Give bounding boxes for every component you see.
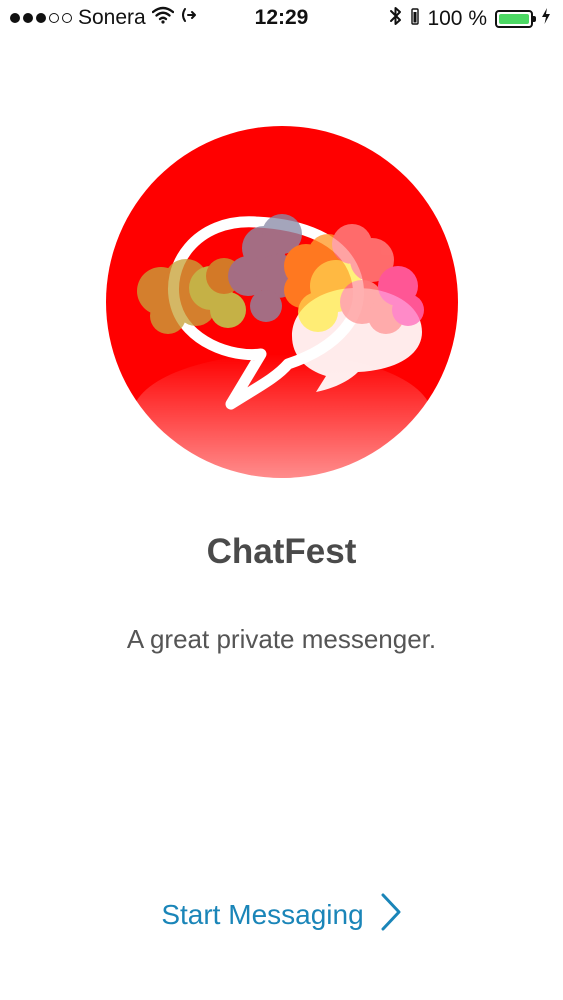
status-bar: Sonera 12:29 100 %	[0, 0, 563, 36]
start-messaging-label: Start Messaging	[161, 899, 364, 930]
battery-icon	[495, 10, 536, 28]
app-tagline: A great private messenger.	[126, 624, 437, 654]
charging-bolt-icon	[541, 7, 551, 31]
chevron-right-icon	[380, 892, 402, 939]
bluetooth-icon	[389, 6, 403, 32]
app-title: ChatFest	[206, 532, 357, 571]
battery-percent: 100 %	[427, 7, 487, 30]
start-messaging-button[interactable]: Start Messaging	[0, 890, 563, 940]
battery-small-icon	[411, 7, 420, 31]
battery-fill	[499, 14, 529, 24]
status-right: 100 %	[389, 6, 551, 32]
app-logo	[106, 126, 458, 478]
